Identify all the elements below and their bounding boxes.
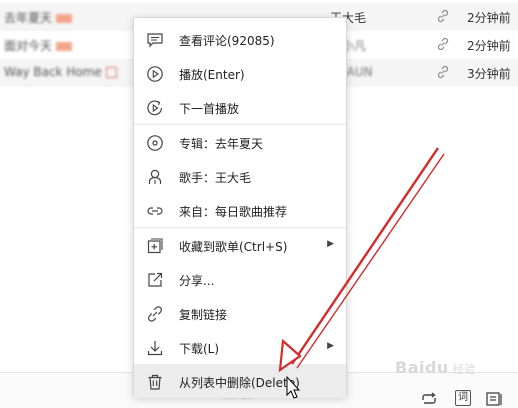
menu-item-label: 分享... [179, 274, 215, 288]
song-title: Way Back Home [4, 65, 117, 79]
menu-item-label: 复制链接 [179, 308, 228, 322]
menu-item-share[interactable]: 分享... [134, 262, 346, 296]
menu-item-singer[interactable]: 歌手：王大毛 [134, 159, 346, 193]
menu-item-delete-from-list[interactable]: 从列表中删除(Delete) [134, 364, 346, 398]
lyrics-button[interactable]: 词 [455, 390, 471, 406]
song-title: 面对今天 [4, 37, 73, 54]
menu-item-label: 下一首播放 [179, 102, 240, 116]
menu-item-copy-link[interactable]: 复制链接 [134, 296, 346, 330]
song-time: 2分钟前 [467, 39, 511, 53]
hq-tag [56, 42, 73, 51]
play-next-icon [147, 100, 163, 116]
singer-icon [148, 169, 162, 184]
menu-item-play-next[interactable]: 下一首播放 [134, 90, 346, 124]
menu-item-label: 下载(L) [179, 342, 220, 356]
menu-item-label: 收藏到歌单(Ctrl+S) [179, 240, 288, 254]
menu-item-label: 歌手：王大毛 [179, 171, 252, 185]
sq-tag [105, 67, 117, 78]
hq-tag [56, 14, 73, 23]
menu-item-source[interactable]: 来自：每日歌曲推荐 [134, 193, 346, 227]
watermark: Baidu 经验 [395, 358, 476, 377]
menu-item-album[interactable]: 专辑：去年夏天 [134, 125, 346, 159]
share-icon [148, 272, 163, 287]
menu-item-add-to-playlist[interactable]: 收藏到歌单(Ctrl+S) ▶ [134, 228, 346, 262]
menu-item-download[interactable]: 下载(L) ▶ [134, 330, 346, 364]
album-icon [147, 135, 163, 151]
song-time: 2分钟前 [467, 11, 511, 25]
comment-icon [147, 33, 163, 48]
playlist-icon[interactable] [486, 391, 504, 407]
song-time: 3分钟前 [467, 67, 511, 81]
menu-item-label: 从列表中删除(Delete) [179, 376, 300, 390]
menu-item-view-comments[interactable]: 查看评论(92085) [134, 22, 346, 56]
menu-item-play[interactable]: 播放(Enter) [134, 56, 346, 90]
menu-item-label: 查看评论(92085) [179, 34, 275, 48]
submenu-arrow-icon: ▶ [327, 239, 334, 249]
context-menu: 查看评论(92085) 播放(Enter) 下一首播放 专辑：去年夏天 歌手：王… [133, 17, 347, 398]
loop-icon[interactable] [420, 391, 438, 407]
play-icon [147, 66, 163, 82]
link-icon[interactable] [436, 37, 450, 51]
copy-link-icon [148, 306, 162, 322]
trash-icon [148, 374, 162, 390]
song-title: 去年夏天 [4, 9, 73, 26]
add-to-playlist-icon [147, 238, 163, 254]
menu-item-label: 播放(Enter) [179, 68, 245, 82]
menu-item-label: 专辑：去年夏天 [179, 137, 264, 151]
download-icon [147, 341, 163, 356]
menu-item-label: 来自：每日歌曲推荐 [179, 205, 288, 219]
submenu-arrow-icon: ▶ [327, 341, 334, 351]
link-icon[interactable] [436, 9, 450, 23]
link-icon[interactable] [436, 65, 450, 79]
source-link-icon [147, 207, 163, 215]
